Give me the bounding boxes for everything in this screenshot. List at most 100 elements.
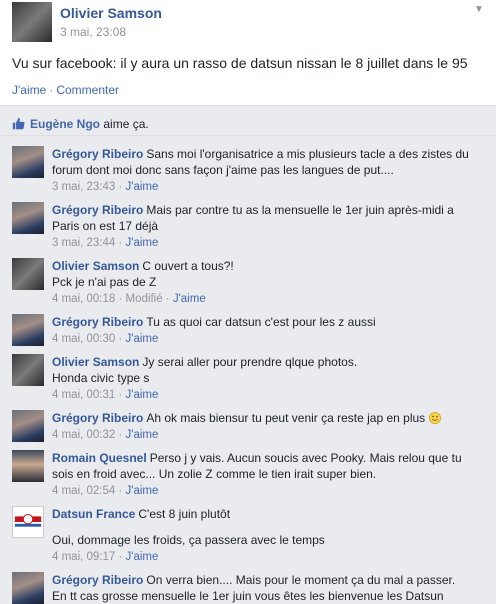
- commenter-name[interactable]: Grégory Ribeiro: [52, 147, 143, 161]
- comment-timestamp[interactable]: 3 mai, 23:44: [52, 237, 115, 249]
- comment-text: forum dont moi donc sans façon j'aime pa…: [52, 163, 394, 177]
- comment-line: Datsun France C'est 8 juin plutôt: [52, 506, 484, 522]
- comment-like-button[interactable]: J'aime: [173, 293, 206, 305]
- comment-meta: 3 mai, 23:44 · J'aime: [52, 237, 159, 249]
- comment-line: Grégory Ribeiro Sans moi l'organisatrice …: [52, 146, 484, 162]
- comment-body: Olivier Samson Jy serai aller pour prendr…: [52, 354, 484, 403]
- comment-text: On verra bien.... Mais pour le moment ça…: [146, 573, 456, 587]
- comment-line: forum dont moi donc sans façon j'aime pa…: [52, 162, 484, 178]
- comment-body: Grégory Ribeiro On verra bien.... Mais po…: [52, 572, 484, 604]
- comment-text: C'est 8 juin plutôt: [138, 507, 231, 521]
- comment-text: Pck je n'ai pas de Z: [52, 275, 157, 289]
- comment-text: Perso j y vais. Aucun soucis avec Pooky.…: [149, 451, 462, 465]
- commenter-name[interactable]: Grégory Ribeiro: [52, 573, 143, 587]
- comment-line: Grégory Ribeiro On verra bien.... Mais po…: [52, 572, 484, 588]
- comment-meta: 3 mai, 23:43 · J'aime: [52, 181, 159, 193]
- comment-meta: 4 mai, 00:31 · J'aime: [52, 389, 159, 401]
- comment-line: sois en froid avec... Un zolie Z comme l…: [52, 466, 484, 482]
- comment-body: Olivier Samson C ouvert a tous?! Pck je n'…: [52, 258, 484, 307]
- comment-line: [52, 522, 484, 532]
- commenter-avatar[interactable]: [12, 450, 44, 482]
- commenter-name[interactable]: Romain Quesnel: [52, 451, 147, 465]
- liker-name[interactable]: Eugène Ngo: [30, 117, 100, 131]
- comment-like-button[interactable]: J'aime: [126, 551, 159, 563]
- post-actions: J'aime · Commenter: [12, 83, 119, 97]
- commenter-name[interactable]: Olivier Samson: [52, 259, 139, 273]
- comment-body: Grégory Ribeiro Mais par contre tu as la …: [52, 202, 484, 251]
- comment-line: Grégory Ribeiro Mais par contre tu as la …: [52, 202, 484, 218]
- commenter-name[interactable]: Grégory Ribeiro: [52, 411, 143, 425]
- comment-meta: 4 mai, 00:30 · J'aime: [52, 333, 159, 345]
- commenter-avatar[interactable]: [12, 572, 44, 604]
- comment-line: Honda civic type s: [52, 370, 484, 386]
- comment-text: Tu as quoi car datsun c'est pour les z a…: [146, 315, 376, 329]
- comment-timestamp[interactable]: 4 mai, 00:30: [52, 333, 115, 345]
- comment-like-button[interactable]: J'aime: [126, 333, 159, 345]
- commenter-avatar[interactable]: [12, 354, 44, 386]
- comment-line: Romain Quesnel Perso j y vais. Aucun souc…: [52, 450, 484, 466]
- comment-text: Honda civic type s: [52, 371, 150, 385]
- comment-meta: 4 mai, 00:18 · Modifié · J'aime: [52, 293, 206, 305]
- comment-meta: 4 mai, 00:32 · J'aime: [52, 429, 159, 441]
- comment-body: Datsun France C'est 8 juin plutôt Oui, dom…: [52, 506, 484, 565]
- comment-text: Mais par contre tu as la mensuelle le 1e…: [146, 203, 454, 217]
- comment-body: Grégory Ribeiro Ah ok mais biensur tu peu…: [52, 410, 484, 443]
- comment-meta: 4 mai, 09:17 · J'aime: [52, 551, 159, 563]
- comment-line: Grégory Ribeiro Tu as quoi car datsun c'e…: [52, 314, 484, 330]
- comment-timestamp[interactable]: 3 mai, 23:43: [52, 181, 115, 193]
- datsun-logo-icon: [14, 514, 42, 527]
- commenter-avatar[interactable]: [12, 506, 44, 538]
- post-text: Vu sur facebook: il y aura un rasso de d…: [12, 55, 468, 71]
- comment-like-button[interactable]: J'aime: [126, 429, 159, 441]
- comment-like-button[interactable]: J'aime: [126, 485, 159, 497]
- commenter-avatar[interactable]: [12, 146, 44, 178]
- comment-timestamp[interactable]: 4 mai, 00:18: [52, 293, 115, 305]
- smiley-icon: [428, 412, 441, 424]
- comment-like-button[interactable]: J'aime: [126, 237, 159, 249]
- modified-label[interactable]: Modifié: [126, 293, 163, 305]
- comment-timestamp[interactable]: 4 mai, 00:32: [52, 429, 115, 441]
- commenter-avatar[interactable]: [12, 314, 44, 346]
- comment-timestamp[interactable]: 4 mai, 02:54: [52, 485, 115, 497]
- comment-button[interactable]: Commenter: [56, 83, 119, 97]
- post-author[interactable]: Olivier Samson: [60, 5, 162, 21]
- comment-line: Oui, dommage les froids, ça passera avec…: [52, 532, 484, 548]
- commenter-name[interactable]: Datsun France: [52, 507, 135, 521]
- commenter-avatar[interactable]: [12, 410, 44, 442]
- comment-meta: 4 mai, 02:54 · J'aime: [52, 485, 159, 497]
- comment-timestamp[interactable]: 4 mai, 00:31: [52, 389, 115, 401]
- author-avatar[interactable]: [12, 2, 52, 42]
- comment-body: Grégory Ribeiro Sans moi l'organisatrice …: [52, 146, 484, 195]
- comment-text: En tt cas grosse mensuelle le 1er juin v…: [52, 589, 444, 603]
- commenter-name[interactable]: Olivier Samson: [52, 355, 139, 369]
- likes-suffix: aime ça.: [103, 117, 149, 131]
- commenter-avatar[interactable]: [12, 258, 44, 290]
- comment-like-button[interactable]: J'aime: [126, 389, 159, 401]
- comment-timestamp[interactable]: 4 mai, 09:17: [52, 551, 115, 563]
- comment-line: Olivier Samson C ouvert a tous?!: [52, 258, 484, 274]
- comment-line: Pck je n'ai pas de Z: [52, 274, 484, 290]
- comment-text: sois en froid avec... Un zolie Z comme l…: [52, 467, 377, 481]
- comment-line: Paris on est 17 déjà: [52, 218, 484, 234]
- comment-text: C ouvert a tous?!: [142, 259, 234, 273]
- like-button[interactable]: J'aime: [12, 83, 46, 97]
- comment-text: Jy serai aller pour prendre qlque photos…: [142, 355, 358, 369]
- comment-line: Grégory Ribeiro Ah ok mais biensur tu peu…: [52, 410, 484, 426]
- comment-text: Oui, dommage les froids, ça passera avec…: [52, 533, 325, 547]
- comment-body: Romain Quesnel Perso j y vais. Aucun souc…: [52, 450, 484, 499]
- comment-body: Grégory Ribeiro Tu as quoi car datsun c'e…: [52, 314, 484, 347]
- comment-line: En tt cas grosse mensuelle le 1er juin v…: [52, 588, 484, 604]
- thumbs-up-icon: [12, 117, 25, 130]
- post-timestamp[interactable]: 3 mai, 23:08: [60, 25, 126, 39]
- likes-bar: Eugène Ngo aime ça.: [0, 112, 496, 136]
- comment-like-button[interactable]: J'aime: [126, 181, 159, 193]
- comment-text: Paris on est 17 déjà: [52, 219, 159, 233]
- commenter-name[interactable]: Grégory Ribeiro: [52, 203, 143, 217]
- comment-line: Olivier Samson Jy serai aller pour prendr…: [52, 354, 484, 370]
- commenter-name[interactable]: Grégory Ribeiro: [52, 315, 143, 329]
- comment-text: Sans moi l'organisatrice a mis plusieurs…: [146, 147, 469, 161]
- post: Olivier Samson 3 mai, 23:08 ▼ Vu sur fac…: [0, 0, 496, 106]
- commenter-avatar[interactable]: [12, 202, 44, 234]
- comment-text: Ah ok mais biensur tu peut venir ça rest…: [146, 411, 426, 425]
- chevron-down-icon[interactable]: ▼: [474, 4, 484, 15]
